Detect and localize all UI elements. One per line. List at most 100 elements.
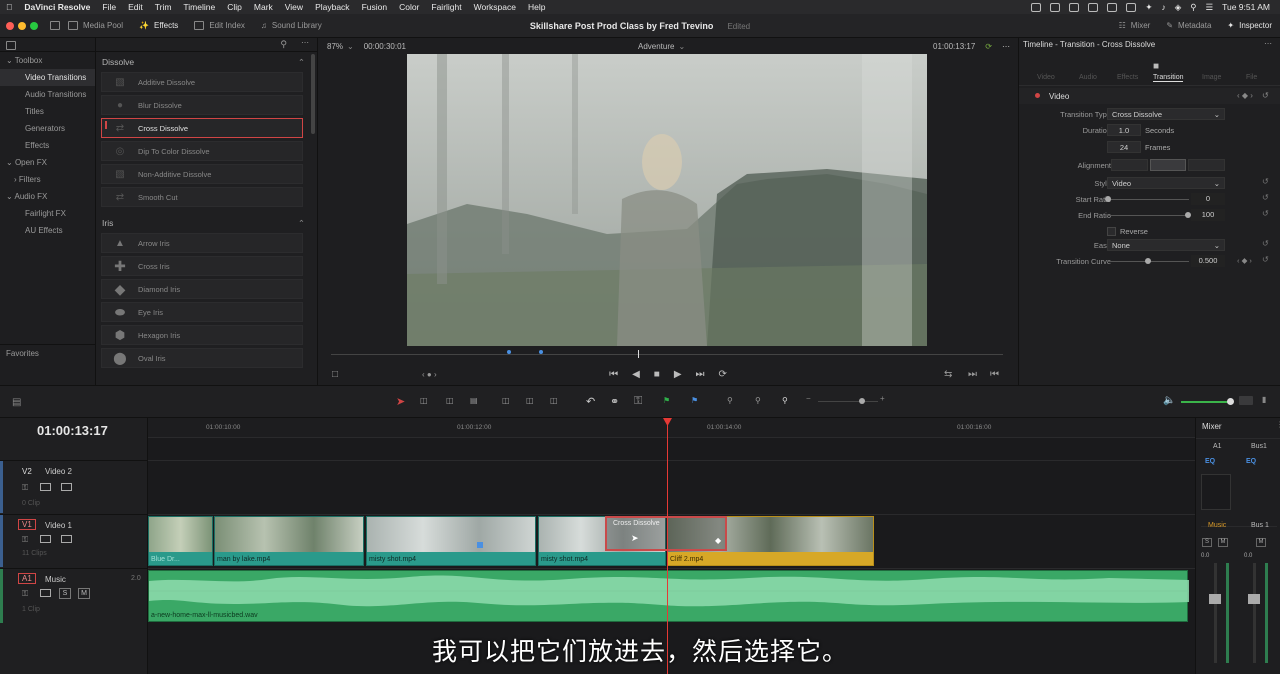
- track-v1-name[interactable]: Video 1: [45, 521, 72, 530]
- step-back-icon[interactable]: ◀: [632, 369, 640, 380]
- menu-color[interactable]: Color: [393, 2, 425, 12]
- viewer-options-icon[interactable]: ⋯: [1002, 42, 1010, 51]
- fx-dip-to-color[interactable]: ◎ Dip To Color Dissolve: [101, 141, 303, 161]
- duration-frames-input[interactable]: 24: [1107, 141, 1141, 153]
- fx-diamond-iris[interactable]: ◆ Diamond Iris: [101, 279, 303, 299]
- video-section-header[interactable]: Video ‹ ◆ › ↺: [1019, 88, 1280, 104]
- align-end-button[interactable]: [1111, 159, 1148, 171]
- tab-video[interactable]: Video: [1037, 74, 1055, 81]
- video-enable-toggle[interactable]: [1035, 93, 1040, 98]
- master-volume-slider[interactable]: [1181, 401, 1231, 403]
- trim-tool-icon[interactable]: ◫: [420, 396, 428, 405]
- inspector-options-icon[interactable]: ⋯: [1264, 39, 1272, 48]
- meters-toggle-icon[interactable]: ▮: [1262, 395, 1266, 404]
- tab-image[interactable]: Image: [1202, 74, 1221, 81]
- curve-keyframe-icon[interactable]: ‹ ◆ ›: [1237, 256, 1252, 265]
- track-visibility-icon[interactable]: [61, 535, 72, 543]
- auto-select-icon[interactable]: [40, 483, 51, 491]
- fx-eye-iris[interactable]: ⬬ Eye Iris: [101, 302, 303, 322]
- ease-select[interactable]: None ⌄: [1107, 239, 1225, 251]
- menu-app[interactable]: DaVinci Resolve: [18, 2, 96, 12]
- menu-help[interactable]: Help: [522, 2, 551, 12]
- tree-video-transitions[interactable]: Video Transitions: [0, 69, 95, 86]
- timeline-name[interactable]: Adventure: [638, 42, 674, 51]
- menu-fusion[interactable]: Fusion: [356, 2, 394, 12]
- tab-transition[interactable]: Transition: [1153, 74, 1184, 82]
- flag-icon[interactable]: ⚑: [663, 396, 670, 405]
- effects-button[interactable]: ✨ Effects: [131, 14, 186, 38]
- marker-icon[interactable]: ⚑: [691, 396, 698, 405]
- control-center-icon[interactable]: ☰: [1205, 2, 1213, 13]
- marker-dot-1[interactable]: [507, 350, 511, 354]
- close-window-button[interactable]: [6, 21, 14, 30]
- replace-clip-icon[interactable]: ◫: [550, 396, 558, 405]
- style-reset-icon[interactable]: ↺: [1262, 177, 1269, 186]
- menu-workspace[interactable]: Workspace: [468, 2, 522, 12]
- zoom-custom-icon[interactable]: ⚲: [782, 396, 788, 405]
- clip-misty-shot-1[interactable]: misty shot.mp4: [366, 516, 536, 566]
- start-ratio-slider[interactable]: [1107, 199, 1189, 200]
- scrub-playhead[interactable]: [638, 350, 639, 358]
- loop-playback-icon[interactable]: ⟳: [719, 369, 727, 380]
- menu-fairlight[interactable]: Fairlight: [425, 2, 467, 12]
- stop-icon[interactable]: ■: [654, 369, 660, 380]
- bus-mute-button[interactable]: M: [1256, 538, 1266, 547]
- align-start-button[interactable]: [1188, 159, 1226, 171]
- jog-icon[interactable]: ‹ ● ›: [422, 370, 437, 379]
- start-ratio-reset-icon[interactable]: ↺: [1262, 193, 1269, 202]
- fx-smooth-cut[interactable]: ⇄ Smooth Cut: [101, 187, 303, 207]
- wifi-icon[interactable]: ◈: [1175, 2, 1182, 13]
- status-icon-2[interactable]: [1050, 2, 1061, 12]
- status-icon-6[interactable]: [1126, 2, 1137, 12]
- menu-edit[interactable]: Edit: [122, 2, 149, 12]
- menu-file[interactable]: File: [96, 2, 122, 12]
- track-v2-id[interactable]: V2: [22, 467, 32, 476]
- zoom-window-button[interactable]: [30, 21, 38, 30]
- menu-trim[interactable]: Trim: [149, 2, 178, 12]
- timeline-ruler[interactable]: 01:00:10:00 01:00:12:00 01:00:14:00 01:0…: [148, 418, 1195, 438]
- ease-reset-icon[interactable]: ↺: [1262, 239, 1269, 248]
- fx-oval-iris[interactable]: ⬤ Oval Iris: [101, 348, 303, 368]
- mixer-solo-button[interactable]: S: [1202, 538, 1212, 547]
- end-ratio-input[interactable]: 100: [1191, 209, 1225, 221]
- next-edit-icon[interactable]: ⏭: [968, 369, 977, 380]
- fx-cross-iris[interactable]: ✚ Cross Iris: [101, 256, 303, 276]
- selection-tool-icon[interactable]: ➤: [396, 395, 405, 408]
- tab-file[interactable]: File: [1246, 74, 1257, 81]
- sound-library-button[interactable]: ♫ Sound Library: [253, 14, 330, 38]
- bluetooth-icon[interactable]: ✦: [1145, 2, 1152, 13]
- fx-arrow-iris[interactable]: ▲ Arrow Iris: [101, 233, 303, 253]
- tree-titles[interactable]: Titles: [0, 103, 95, 120]
- apple-icon[interactable]: : [0, 2, 18, 12]
- end-ratio-slider[interactable]: [1107, 215, 1189, 216]
- viewer-zoom[interactable]: 87%: [327, 42, 343, 51]
- media-pool-button[interactable]: Media Pool: [60, 14, 131, 38]
- marker-dot-2[interactable]: [539, 350, 543, 354]
- link-icon[interactable]: ⚭: [610, 395, 619, 408]
- tree-effects[interactable]: Effects: [0, 137, 95, 154]
- style-select[interactable]: Video ⌄: [1107, 177, 1225, 189]
- section-iris[interactable]: Iris ⌃: [96, 213, 317, 233]
- go-to-end-icon[interactable]: ⏭: [696, 369, 705, 380]
- fx-additive-dissolve[interactable]: ▧ Additive Dissolve: [101, 72, 303, 92]
- volume-icon[interactable]: 🔈: [1163, 395, 1175, 406]
- play-icon[interactable]: ▶: [674, 369, 682, 380]
- menu-clock[interactable]: Tue 9:51 AM: [1222, 2, 1270, 12]
- clip-blue-dr[interactable]: Blue Dr...: [148, 516, 213, 566]
- status-icon-1[interactable]: [1031, 2, 1042, 12]
- zoom-chevron-icon[interactable]: ⌄: [347, 42, 354, 51]
- snapping-icon[interactable]: ↶: [586, 395, 595, 408]
- effects-scrollbar[interactable]: [311, 54, 315, 134]
- sidebar-toggle-icon[interactable]: [6, 41, 16, 50]
- duration-seconds-input[interactable]: 1.0: [1107, 124, 1141, 136]
- match-frame-icon[interactable]: ⇆: [944, 369, 952, 380]
- minimize-window-button[interactable]: [18, 21, 26, 30]
- zoom-slider[interactable]: [818, 401, 878, 402]
- track-v1-id[interactable]: V1: [18, 519, 36, 530]
- tree-favorites[interactable]: Favorites: [0, 344, 95, 361]
- tree-audio-fx[interactable]: ⌄ Audio FX: [0, 188, 95, 205]
- loop-icon[interactable]: ⟳: [985, 42, 992, 51]
- overwrite-clip-icon[interactable]: ◫: [526, 396, 534, 405]
- a1-fader[interactable]: [1209, 594, 1221, 604]
- inspector-button[interactable]: ✦ Inspector: [1219, 14, 1280, 38]
